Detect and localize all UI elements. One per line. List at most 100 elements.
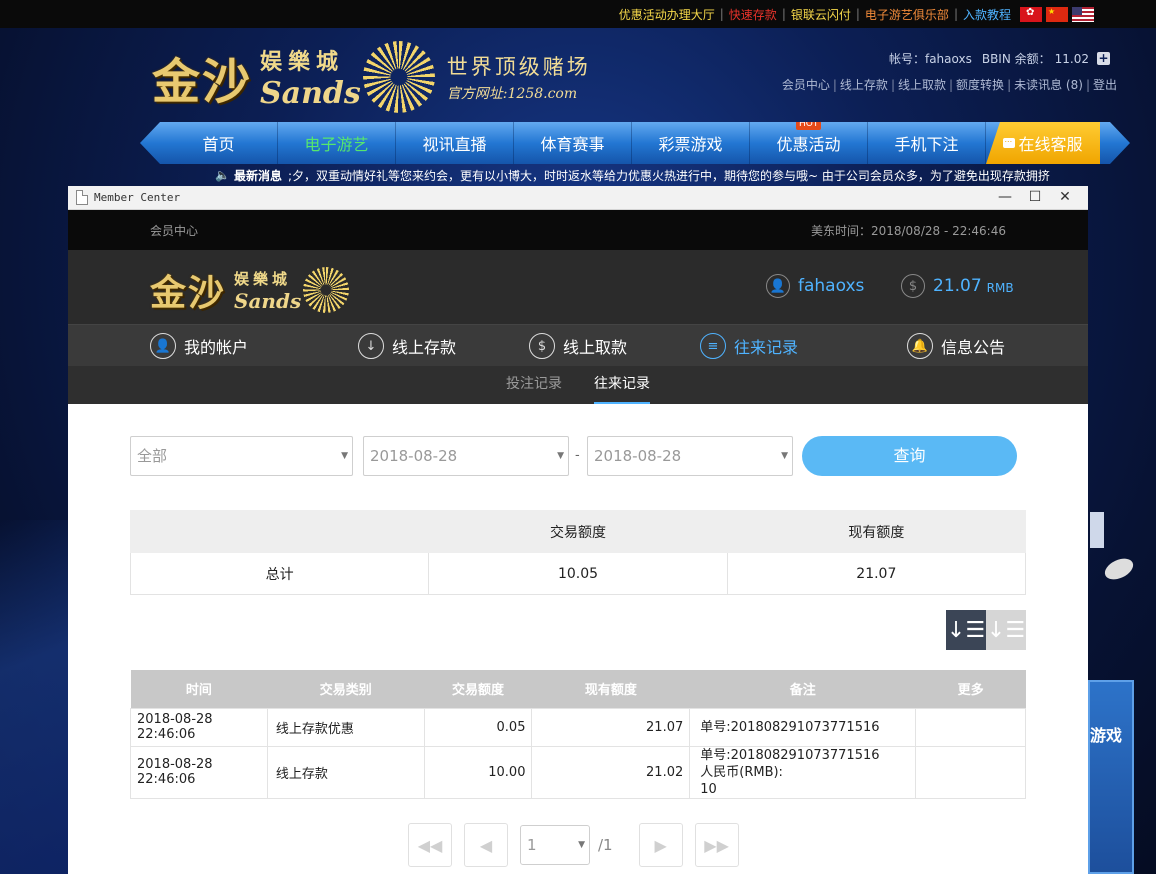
chevron-down-icon: ▼ [578,840,585,850]
table-row: 2018-08-28 22:46:06 线上存款优惠 0.05 21.07 单号… [130,707,1026,747]
game-banner-decoration[interactable] [1088,680,1134,874]
cell-time: 2018-08-28 22:46:06 [130,707,268,747]
mc-content: 全部 ▼ 2018-08-28 ▼ - 2018-08-28 ▼ 查询 交易额度… [68,404,1088,874]
mc-nav-online-deposit[interactable]: ↓ 线上存款 [358,325,456,367]
window-titlebar[interactable]: Member Center — ☐ ✕ [68,186,1088,210]
top-link-deposit-tutorial[interactable]: 入款教程 [958,6,1016,23]
logo-stack: 娱樂城 Sands [260,44,361,111]
nav-egames[interactable]: 电子游艺 [278,122,396,164]
last-page-button[interactable]: ▶▶ [694,823,739,867]
site-header: 金沙 娱樂城 Sands 世界顶级赌场 官方网址:1258.com 帐号：fah… [0,28,1156,122]
date-separator: - [575,448,580,463]
chat-icon [1003,135,1016,148]
link-member-center[interactable]: 会员中心 [782,78,830,92]
cell-more[interactable] [915,745,1026,799]
news-marquee[interactable]: 🔈 最新消息 ;夕，双重动情好礼等您来约会，更有以小博大，时时返水等给力优惠火热… [215,164,1065,186]
link-unread-messages[interactable]: 未读讯息 (8) [1014,78,1083,92]
bell-icon: 🔔 [907,333,933,359]
cell-balance: 21.02 [531,745,691,799]
nav-sports[interactable]: 体育赛事 [514,122,632,164]
nav-mobile-bet[interactable]: 手机下注 [868,122,986,164]
account-label: 帐号：fahaoxs [888,52,972,66]
window-title: Member Center [94,191,181,204]
link-logout[interactable]: 登出 [1093,78,1117,92]
link-online-deposit[interactable]: 线上存款 [840,78,888,92]
cell-more[interactable] [915,707,1026,747]
col-header-type: 交易类别 [267,670,425,708]
account-links: 会员中心 | 线上存款 | 线上取款 | 额度转换 | 未读讯息 (8) | 登出 [782,76,1117,93]
nav-lottery[interactable]: 彩票游戏 [632,122,750,164]
link-credit-transfer[interactable]: 额度转换 [956,78,1004,92]
query-button[interactable]: 查询 [802,436,1017,476]
table-row: 2018-08-28 22:46:06 线上存款 10.00 21.02 单号:… [130,745,1026,799]
mc-nav-label: 我的帐户 [184,338,249,357]
mc-logo: 金沙 娱樂城 Sands [150,264,350,316]
flag-cn-icon[interactable] [1046,6,1068,22]
top-link-egame-club[interactable]: 电子游艺俱乐部 [860,6,954,23]
col-header-note: 备注 [689,670,916,708]
cell-time: 2018-08-28 22:46:06 [130,745,268,799]
prev-page-button[interactable]: ◀ [464,823,508,867]
next-page-button[interactable]: ▶ [638,823,683,867]
date-from-select[interactable]: 2018-08-28 ▼ [363,436,569,476]
account-info: 帐号：fahaoxs BBIN 余额： 11.02 + [889,50,1110,67]
nav-home[interactable]: 首页 [160,122,278,164]
mc-nav-my-account[interactable]: 👤 我的帐户 [150,325,248,367]
mc-logo-cn: 娱樂城 [234,269,292,288]
subtab-bet-records[interactable]: 投注记录 [506,366,562,404]
marquee-text: ;夕，双重动情好礼等您来约会，更有以小博大，时时返水等给力优惠火热进行中，期待您… [287,168,1050,183]
pagination: ◀◀ ◀ 1 ▼ /1 ▶ ▶▶ [408,823,751,867]
page-select-value: 1 [527,836,537,854]
first-page-button[interactable]: ◀◀ [408,823,452,867]
flag-us-icon[interactable] [1072,6,1094,22]
records-icon: ≡ [700,333,726,359]
mc-logo-main: 金沙 [150,272,227,314]
mc-currency: RMB [986,280,1014,295]
page-select[interactable]: 1 ▼ [520,825,590,865]
online-service-button[interactable]: 在线客服 [986,122,1100,164]
logo-slogan: 世界顶级赌场 官方网址:1258.com [447,51,591,103]
flag-hk-icon[interactable] [1020,6,1042,22]
mc-nav-label: 线上取款 [563,338,628,357]
col-header-more: 更多 [915,670,1026,708]
cell-note: 单号:201808291073771516 人民币(RMB): 10 [689,745,917,799]
mc-logo-stack: 娱樂城 Sands [234,268,301,313]
nav-promotions-label: 优惠活动 [776,135,841,154]
divider: | [949,78,954,92]
page-icon [76,190,88,205]
type-select[interactable]: 全部 ▼ [130,436,353,476]
cell-type: 线上存款 [266,745,425,799]
cell-amount: 10.00 [423,745,533,799]
dollar-icon: $ [901,274,925,298]
col-header-balance: 现有额度 [531,670,690,708]
chevron-down-icon: ▼ [341,451,348,461]
mc-nav-online-withdraw[interactable]: $ 线上取款 [529,325,627,367]
subtab-transaction-records[interactable]: 往来记录 [594,366,650,404]
sort-ascending-icon[interactable]: ↓☰ [986,610,1026,650]
marquee-label: 最新消息 [233,168,282,183]
mc-topbar-title: 会员中心 [150,223,199,238]
note-line: 单号:201808291073771516 [700,719,880,735]
date-to-select[interactable]: 2018-08-28 ▼ [587,436,793,476]
nav-promotions[interactable]: HOT 优惠活动 [750,122,868,164]
top-link-unionpay[interactable]: 银联云闪付 [786,6,856,23]
site-logo[interactable]: 金沙 娱樂城 Sands 世界顶级赌场 官方网址:1258.com [152,34,647,120]
top-link-quick-deposit[interactable]: 快速存款 [724,6,782,23]
close-button[interactable]: ✕ [1050,189,1080,205]
minimize-button[interactable]: — [990,189,1020,205]
mc-nav-transaction-records[interactable]: ≡ 往来记录 [700,325,798,367]
user-icon: 👤 [150,333,176,359]
mc-nav-label: 往来记录 [734,338,799,357]
mc-nav-announcements[interactable]: 🔔 信息公告 [907,325,1005,367]
nav-live-casino[interactable]: 视讯直播 [396,122,514,164]
mc-balance: $ 21.07 RMB [901,274,1014,298]
balance-value: 11.02 [1054,51,1089,66]
page-total: /1 [598,836,613,854]
sort-descending-icon[interactable]: ↓☰ [946,610,986,650]
chevron-down-icon: ▼ [781,451,788,461]
plus-icon[interactable]: + [1097,52,1110,65]
top-link-promo-hall[interactable]: 优惠活动办理大厅 [614,6,720,23]
maximize-button[interactable]: ☐ [1020,189,1050,205]
sort-controls: ↓☰ ↓☰ [946,610,1026,650]
link-online-withdraw[interactable]: 线上取款 [898,78,946,92]
